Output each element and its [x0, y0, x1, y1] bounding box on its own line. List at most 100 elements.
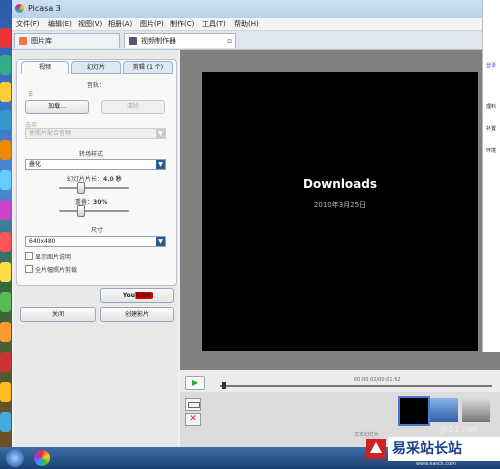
- overlap-slider[interactable]: [77, 205, 85, 217]
- full-frame-checkbox[interactable]: [25, 265, 33, 273]
- time-readout: 00:00:02/00:01:52: [354, 377, 401, 383]
- settings-box: 视频 幻灯片 剪辑 (1 个) 音轨： E 加载... 清除 选项 使照片配合音…: [16, 59, 177, 286]
- youtube-button[interactable]: YouTube: [100, 288, 174, 303]
- bg-item[interactable]: 登录: [486, 62, 496, 69]
- library-icon: [19, 37, 27, 45]
- options-select-value: 使照片配合音频: [29, 130, 72, 137]
- left-panel: 视频 幻灯片 剪辑 (1 个) 音轨： E 加载... 清除 选项 使照片配合音…: [14, 50, 178, 447]
- desktop-icon[interactable]: [0, 352, 11, 372]
- menu-help[interactable]: 帮助(H): [234, 19, 259, 29]
- show-captions-checkbox[interactable]: [25, 252, 33, 260]
- slide-date: 2010年3月25日: [313, 201, 367, 209]
- desktop-icon[interactable]: [0, 28, 11, 48]
- tab-library[interactable]: 图片库: [14, 33, 120, 48]
- watermark: jb51.net 易采站长站 www.easck.com: [360, 421, 500, 469]
- subtab-slide[interactable]: 幻灯片: [71, 61, 121, 74]
- youtube-logo: YouTube: [120, 292, 154, 299]
- slide-title: Downloads: [302, 177, 378, 191]
- start-button-icon[interactable]: [6, 449, 24, 467]
- overlap-value: 30%: [93, 199, 108, 206]
- close-button[interactable]: 关闭: [20, 307, 96, 322]
- background-window: 登录 理料 补置 环境: [482, 0, 500, 352]
- size-select-value: 640x480: [29, 238, 56, 245]
- playback-bar: ▶ 00:00:02/00:01:52: [180, 370, 500, 392]
- menu-tools[interactable]: 工具(T): [202, 19, 226, 29]
- chevron-down-icon: ▼: [156, 237, 165, 246]
- watermark-logo-icon: [366, 439, 386, 459]
- text-slide-button[interactable]: [185, 398, 201, 411]
- overlap-track: [59, 210, 129, 212]
- desktop-icon[interactable]: [0, 232, 11, 252]
- audio-track-value: E: [29, 91, 33, 98]
- title-bar: Picasa 3: [12, 0, 500, 18]
- subtab-clips[interactable]: 剪辑 (1 个): [123, 61, 173, 74]
- bg-item[interactable]: 补置: [486, 125, 496, 132]
- watermark-url: www.easck.com: [416, 461, 457, 467]
- tab-library-label: 图片库: [31, 37, 52, 45]
- menu-picture[interactable]: 图片(P): [140, 19, 164, 29]
- watermark-logo-shape: [370, 442, 382, 453]
- transition-label: 转场样式: [79, 151, 104, 158]
- desktop-icon[interactable]: [0, 200, 11, 220]
- chevron-down-icon: ▼: [156, 160, 165, 169]
- clear-button[interactable]: 清除: [101, 100, 165, 114]
- watermark-site: jb51.net: [440, 425, 478, 435]
- slide-preview: Downloads 2010年3月25日: [202, 72, 478, 351]
- text-slide-icon: [188, 402, 200, 408]
- desktop-icon[interactable]: [0, 322, 11, 342]
- menu-edit[interactable]: 编辑(E): [48, 19, 72, 29]
- delete-icon: ✕: [189, 414, 197, 424]
- desktop-icon[interactable]: [0, 412, 11, 432]
- desktop-icon[interactable]: [0, 55, 11, 75]
- options-select[interactable]: 使照片配合音频 ▼: [25, 128, 166, 139]
- audio-track-label: 音轨：: [87, 82, 106, 89]
- tab-movie-maker[interactable]: 视频制作器 ▫: [124, 33, 236, 48]
- picasa-taskbar-icon[interactable]: [34, 450, 50, 466]
- play-icon: ▶: [192, 378, 199, 387]
- desktop-icon[interactable]: [0, 292, 11, 312]
- menu-file[interactable]: 文件(F): [16, 19, 40, 29]
- desktop-icon[interactable]: [0, 382, 11, 402]
- tab-bar: 图片库 视频制作器 ▫: [12, 31, 500, 50]
- window-title: Picasa 3: [28, 4, 61, 13]
- transition-select[interactable]: 叠化 ▼: [25, 159, 166, 170]
- desktop-strip: [0, 0, 12, 469]
- chevron-down-icon: ▼: [156, 129, 165, 138]
- subtab-movie[interactable]: 视频: [21, 61, 69, 74]
- menu-view[interactable]: 视图(V): [78, 19, 102, 29]
- create-movie-button[interactable]: 创建影片: [100, 307, 174, 322]
- bg-item[interactable]: 理料: [486, 103, 496, 110]
- desktop-icon[interactable]: [0, 170, 11, 190]
- desktop-icon[interactable]: [0, 140, 11, 160]
- load-button[interactable]: 加载...: [25, 100, 89, 114]
- tab-movie-maker-label: 视频制作器: [141, 37, 176, 45]
- picasa-window: Picasa 3 文件(F) 编辑(E) 视图(V) 相册(A) 图片(P) 制…: [12, 0, 500, 447]
- show-captions-label: 显示图片说明: [35, 254, 72, 261]
- remove-clip-button[interactable]: ✕: [185, 413, 201, 426]
- menu-create[interactable]: 制作(C): [170, 19, 194, 29]
- size-label: 尺寸: [91, 227, 104, 234]
- desktop-icon[interactable]: [0, 110, 11, 130]
- menu-bar: 文件(F) 编辑(E) 视图(V) 相册(A) 图片(P) 制作(C) 工具(T…: [12, 18, 500, 31]
- slide-duration-label: 幻灯片片长：4.0 秒: [67, 174, 122, 183]
- play-button[interactable]: ▶: [185, 376, 205, 390]
- tab-close-icon[interactable]: ▫: [227, 34, 232, 48]
- slide-duration-value: 4.0 秒: [103, 176, 122, 183]
- film-icon: [129, 37, 137, 45]
- full-frame-label: 全片幅照片剪裁: [35, 267, 78, 274]
- watermark-text: 易采站长站: [392, 441, 462, 457]
- slide-duration-track: [59, 187, 129, 189]
- size-select[interactable]: 640x480 ▼: [25, 236, 166, 247]
- desktop-icon[interactable]: [0, 82, 11, 102]
- bg-item[interactable]: 环境: [486, 147, 496, 154]
- picasa-logo-icon: [15, 4, 24, 13]
- timeline-playhead[interactable]: [222, 382, 227, 389]
- desktop-icon[interactable]: [0, 262, 11, 282]
- menu-album[interactable]: 相册(A): [108, 19, 132, 29]
- slide-duration-slider[interactable]: [77, 182, 85, 194]
- filmstrip-thumb[interactable]: [430, 398, 458, 422]
- filmstrip-thumb[interactable]: [462, 398, 490, 422]
- transition-select-value: 叠化: [29, 161, 42, 168]
- watermark-plate: 易采站长站: [388, 437, 500, 461]
- timeline-track[interactable]: [220, 385, 492, 387]
